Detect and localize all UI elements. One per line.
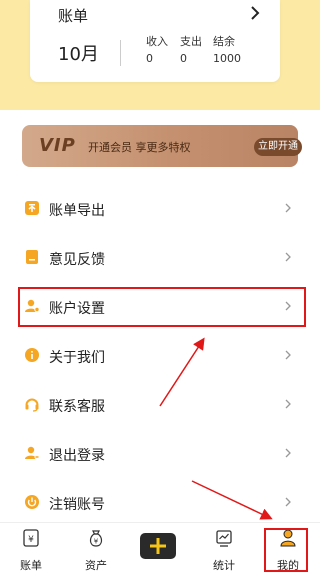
chevron-right-icon: [285, 399, 291, 409]
tab-label: 统计: [213, 559, 235, 572]
menu-label: 意见反馈: [49, 252, 105, 268]
menu-item-feedback[interactable]: 意见反馈: [0, 236, 320, 285]
menu-label: 关于我们: [49, 350, 105, 366]
bill-month: 10月: [58, 44, 99, 65]
menu-label: 退出登录: [49, 448, 105, 464]
balance-label: 结余: [213, 35, 235, 48]
add-record-button[interactable]: [140, 533, 176, 559]
chevron-right-icon: [285, 448, 291, 458]
chevron-right-icon: [285, 497, 291, 507]
bill-card-title: 账单: [58, 7, 89, 25]
vip-open-button[interactable]: 立即开通: [254, 138, 302, 156]
income-stat: 收入 0: [146, 33, 168, 65]
menu-item-export-bill[interactable]: 账单导出: [0, 187, 320, 236]
feedback-icon: [26, 250, 38, 264]
menu-label: 联系客服: [49, 399, 105, 415]
annotation-box-mine-tab: [264, 528, 308, 572]
tab-assets[interactable]: ¥ 资产: [74, 527, 118, 573]
expense-value: 0: [180, 52, 187, 65]
balance-value: 1000: [213, 52, 241, 65]
tab-label: 资产: [85, 559, 107, 572]
balance-stat: 结余 1000: [213, 33, 241, 65]
chevron-right-icon: [285, 252, 291, 262]
tab-label: 账单: [20, 559, 42, 572]
annotation-box-account-settings: [18, 287, 306, 327]
vip-logo: VIP: [39, 135, 76, 156]
menu-label: 注销账号: [49, 497, 105, 513]
expense-stat: 支出 0: [180, 33, 202, 65]
income-label: 收入: [146, 35, 168, 48]
export-icon: [25, 201, 39, 215]
income-value: 0: [146, 52, 153, 65]
tab-bill[interactable]: ¥ 账单: [9, 527, 53, 573]
chevron-right-icon: [285, 203, 291, 213]
chevron-right-icon[interactable]: [248, 4, 262, 22]
vip-promo-text: 开通会员 享更多特权: [88, 141, 191, 154]
menu-item-contact-support[interactable]: 联系客服: [0, 383, 320, 432]
bill-icon: ¥: [23, 529, 39, 547]
vip-banner[interactable]: VIP 开通会员 享更多特权 立即开通: [22, 125, 302, 167]
divider: [120, 40, 121, 66]
power-icon: [25, 495, 39, 509]
svg-text:¥: ¥: [28, 535, 34, 545]
bill-summary-card[interactable]: 账单 10月 收入 0 支出 0 结余 1000: [30, 0, 280, 82]
chart-icon: [216, 530, 232, 547]
logout-user-icon: [25, 446, 40, 460]
plus-icon: [150, 538, 166, 554]
menu-item-about-us[interactable]: 关于我们: [0, 334, 320, 383]
expense-label: 支出: [180, 35, 202, 48]
settings-menu: 账单导出 意见反馈 账户设置 关于我们 联系客服 退出登录 注销账号: [0, 187, 320, 530]
chevron-right-icon: [285, 350, 291, 360]
menu-item-logout[interactable]: 退出登录: [0, 432, 320, 481]
svg-text:¥: ¥: [94, 538, 99, 546]
menu-label: 账单导出: [49, 203, 105, 219]
headset-icon: [25, 398, 39, 412]
money-bag-icon: ¥: [89, 530, 103, 547]
tab-statistics[interactable]: 统计: [202, 527, 246, 573]
info-icon: [25, 348, 39, 362]
